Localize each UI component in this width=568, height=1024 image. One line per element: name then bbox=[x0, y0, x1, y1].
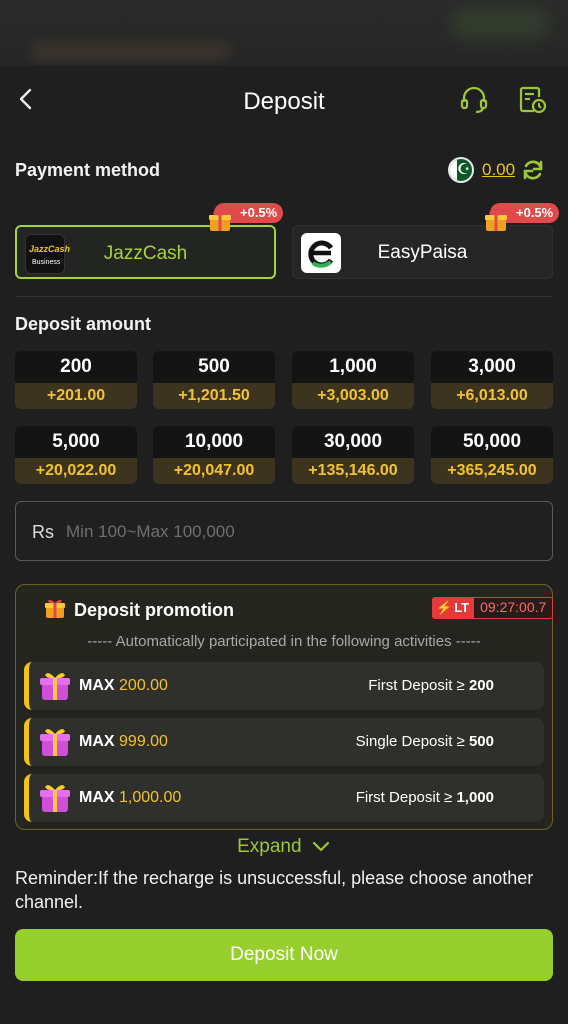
lightning-icon: ⚡ bbox=[436, 600, 453, 615]
amount-option[interactable]: 3,000 +6,013.00 bbox=[431, 351, 553, 409]
deposit-amount-label: Deposit amount bbox=[15, 314, 152, 334]
divider bbox=[15, 296, 553, 297]
amount-option[interactable]: 5,000 +20,022.00 bbox=[15, 426, 137, 484]
gift-box-icon bbox=[40, 673, 70, 700]
expand-toggle[interactable]: Expand bbox=[0, 836, 568, 858]
deposit-now-button[interactable]: Deposit Now bbox=[15, 929, 553, 981]
promotion-item[interactable]: MAX 999.00 Single Deposit ≥ 500 bbox=[24, 718, 544, 766]
payment-option-label: EasyPaisa bbox=[377, 242, 468, 263]
lt-label: LT bbox=[454, 600, 470, 615]
chevron-down-icon bbox=[312, 841, 329, 852]
pakistan-flag-icon: ☪ bbox=[448, 157, 474, 183]
amount-option[interactable]: 500 +1,201.50 bbox=[153, 351, 275, 409]
payment-option-easypaisa[interactable]: EasyPaisa bbox=[292, 225, 553, 279]
balance-display[interactable]: ☪ 0.00 bbox=[448, 155, 552, 185]
gift-box-icon bbox=[40, 785, 70, 812]
amount-option[interactable]: 30,000 +135,146.00 bbox=[292, 426, 414, 484]
promotion-item[interactable]: MAX 1,000.00 First Deposit ≥ 1,000 bbox=[24, 774, 544, 822]
promotion-subtitle: ----- Automatically participated in the … bbox=[87, 633, 481, 650]
amount-input[interactable] bbox=[66, 516, 536, 548]
promotion-title: Deposit promotion bbox=[74, 600, 234, 620]
header: Deposit bbox=[0, 66, 568, 136]
payment-option-label: JazzCash bbox=[103, 243, 188, 264]
expand-label: Expand bbox=[237, 836, 302, 857]
deposit-history-icon[interactable] bbox=[516, 84, 548, 116]
gift-icon bbox=[485, 211, 507, 231]
currency-label: Rs bbox=[32, 522, 54, 542]
payment-option-jazzcash[interactable]: JazzCash Business JazzCash bbox=[15, 225, 276, 279]
refresh-icon[interactable] bbox=[521, 158, 545, 182]
customer-service-icon[interactable] bbox=[458, 84, 490, 116]
gift-icon bbox=[209, 211, 231, 231]
amount-option[interactable]: 200 +201.00 bbox=[15, 351, 137, 409]
gift-box-icon bbox=[40, 729, 70, 756]
status-bar bbox=[0, 0, 568, 66]
amount-option[interactable]: 50,000 +365,245.00 bbox=[431, 426, 553, 484]
limited-time-badge: ⚡ LT 09:27:00.7 bbox=[432, 597, 554, 619]
payment-method-label: Payment method bbox=[15, 160, 161, 180]
countdown-timer: 09:27:00.7 bbox=[473, 597, 554, 619]
amount-option[interactable]: 1,000 +3,003.00 bbox=[292, 351, 414, 409]
reminder-text: Reminder:If the recharge is unsuccessful… bbox=[15, 868, 534, 912]
amount-option[interactable]: 10,000 +20,047.00 bbox=[153, 426, 275, 484]
back-arrow-icon[interactable] bbox=[14, 84, 38, 114]
promotion-item[interactable]: MAX 200.00 First Deposit ≥ 200 bbox=[24, 662, 544, 710]
amount-input-container: Rs bbox=[15, 501, 553, 561]
balance-value: 0.00 bbox=[482, 160, 516, 179]
deposit-promotion-panel: Deposit promotion ⚡ LT 09:27:00.7 ----- … bbox=[15, 584, 554, 830]
gift-icon bbox=[45, 599, 65, 618]
